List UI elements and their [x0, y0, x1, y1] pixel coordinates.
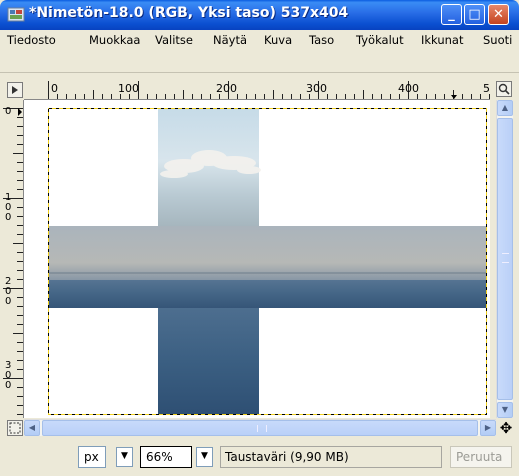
zoom-dropdown-button[interactable]: ▼: [196, 447, 213, 467]
cross-vertical-bottom: [158, 308, 259, 415]
scroll-up-button[interactable]: ▲: [497, 100, 513, 116]
cancel-button[interactable]: Peruuta: [450, 446, 512, 468]
scroll-right-button[interactable]: ▶: [480, 420, 496, 436]
menu-arrow-icon: [12, 86, 18, 94]
zoom-value: 66%: [146, 450, 173, 464]
menu-filters[interactable]: Suoti: [483, 33, 512, 47]
close-icon: ✕: [493, 7, 504, 22]
horizontal-ruler[interactable]: 0 100 200 300 400 500: [24, 81, 490, 100]
menu-separator: [0, 72, 519, 73]
unit-value: px: [84, 450, 99, 464]
menu-view[interactable]: Näytä: [213, 33, 247, 47]
horizontal-scroll-thumb[interactable]: [42, 420, 478, 436]
vruler-label-0: 0: [5, 106, 11, 117]
menu-edit[interactable]: Muokkaa: [89, 33, 140, 47]
thumb-grip-icon: [502, 253, 509, 263]
status-message: Taustaväri (9,90 MB): [220, 446, 442, 468]
menu-tools[interactable]: Työkalut: [356, 33, 404, 47]
maximize-icon: □: [468, 7, 481, 22]
vertical-scroll-thumb[interactable]: [497, 118, 513, 400]
image-canvas[interactable]: [24, 100, 490, 418]
window-title: *Nimetön-18.0 (RGB, Yksi taso) 537x404: [29, 5, 349, 21]
quickmask-menu-button[interactable]: [7, 82, 23, 98]
vruler-label-200-d3: 0: [5, 296, 11, 307]
title-bar[interactable]: *Nimetön-18.0 (RGB, Yksi taso) 537x404 _…: [0, 0, 519, 30]
horizontal-scrollbar[interactable]: ◀ ▶: [24, 419, 496, 436]
scroll-down-button[interactable]: ▼: [497, 402, 513, 418]
hthumb-grip-icon: [257, 425, 267, 432]
chevron-down-icon: ▼: [201, 451, 208, 461]
maximize-button[interactable]: □: [464, 4, 485, 25]
vruler-label-300-d3: 0: [5, 380, 11, 391]
menu-windows[interactable]: Ikkunat: [421, 33, 464, 47]
ruler-label-300: 300: [306, 82, 327, 95]
zoom-icon: [498, 83, 510, 95]
status-info-text: Taustaväri (9,90 MB): [225, 450, 349, 464]
navigate-icon: ✥: [499, 419, 513, 437]
vertical-scrollbar[interactable]: ▲ ▼: [496, 100, 513, 418]
vruler-label-100-d3: 0: [5, 212, 11, 223]
canvas-viewport[interactable]: [24, 100, 490, 418]
quickmask-toggle-button[interactable]: [7, 420, 23, 436]
vertical-ruler-labels: 0: [5, 106, 11, 117]
quickmask-icon: [9, 422, 21, 434]
scroll-left-button[interactable]: ◀: [24, 420, 40, 436]
minimize-icon: _: [448, 7, 455, 22]
menu-bar: Tiedosto Muokkaa Valitse Näytä Kuva Taso…: [0, 30, 519, 50]
minimize-button[interactable]: _: [441, 4, 462, 25]
unit-dropdown-button[interactable]: ▼: [116, 447, 133, 467]
sea-strip: [48, 280, 487, 308]
unit-select[interactable]: px: [78, 446, 106, 468]
zoom-toggle-button[interactable]: [496, 81, 512, 97]
chevron-down-icon: ▼: [121, 451, 128, 461]
close-button[interactable]: ✕: [488, 4, 509, 25]
status-bar: px ▼ 66% ▼ Taustaväri (9,90 MB) Peruuta: [0, 436, 519, 476]
ruler-label-200: 200: [216, 82, 237, 95]
cancel-label: Peruuta: [456, 450, 503, 464]
navigate-button[interactable]: ✥: [498, 420, 514, 436]
image-window: *Nimetön-18.0 (RGB, Yksi taso) 537x404 _…: [0, 0, 519, 476]
menu-select[interactable]: Valitse: [155, 33, 193, 47]
zoom-select[interactable]: 66%: [140, 446, 192, 468]
menu-file[interactable]: Tiedosto: [7, 33, 56, 47]
vertical-ruler[interactable]: 0 1 0 0 2 0 0 3 0 0: [3, 100, 24, 418]
ruler-label-500: 500: [483, 82, 490, 95]
ruler-label-400: 400: [398, 82, 419, 95]
ruler-label-100: 100: [118, 82, 139, 95]
menu-layer[interactable]: Taso: [309, 33, 334, 47]
gimp-icon: [7, 7, 25, 22]
menu-image[interactable]: Kuva: [264, 33, 292, 47]
ruler-label-0: 0: [51, 82, 58, 95]
